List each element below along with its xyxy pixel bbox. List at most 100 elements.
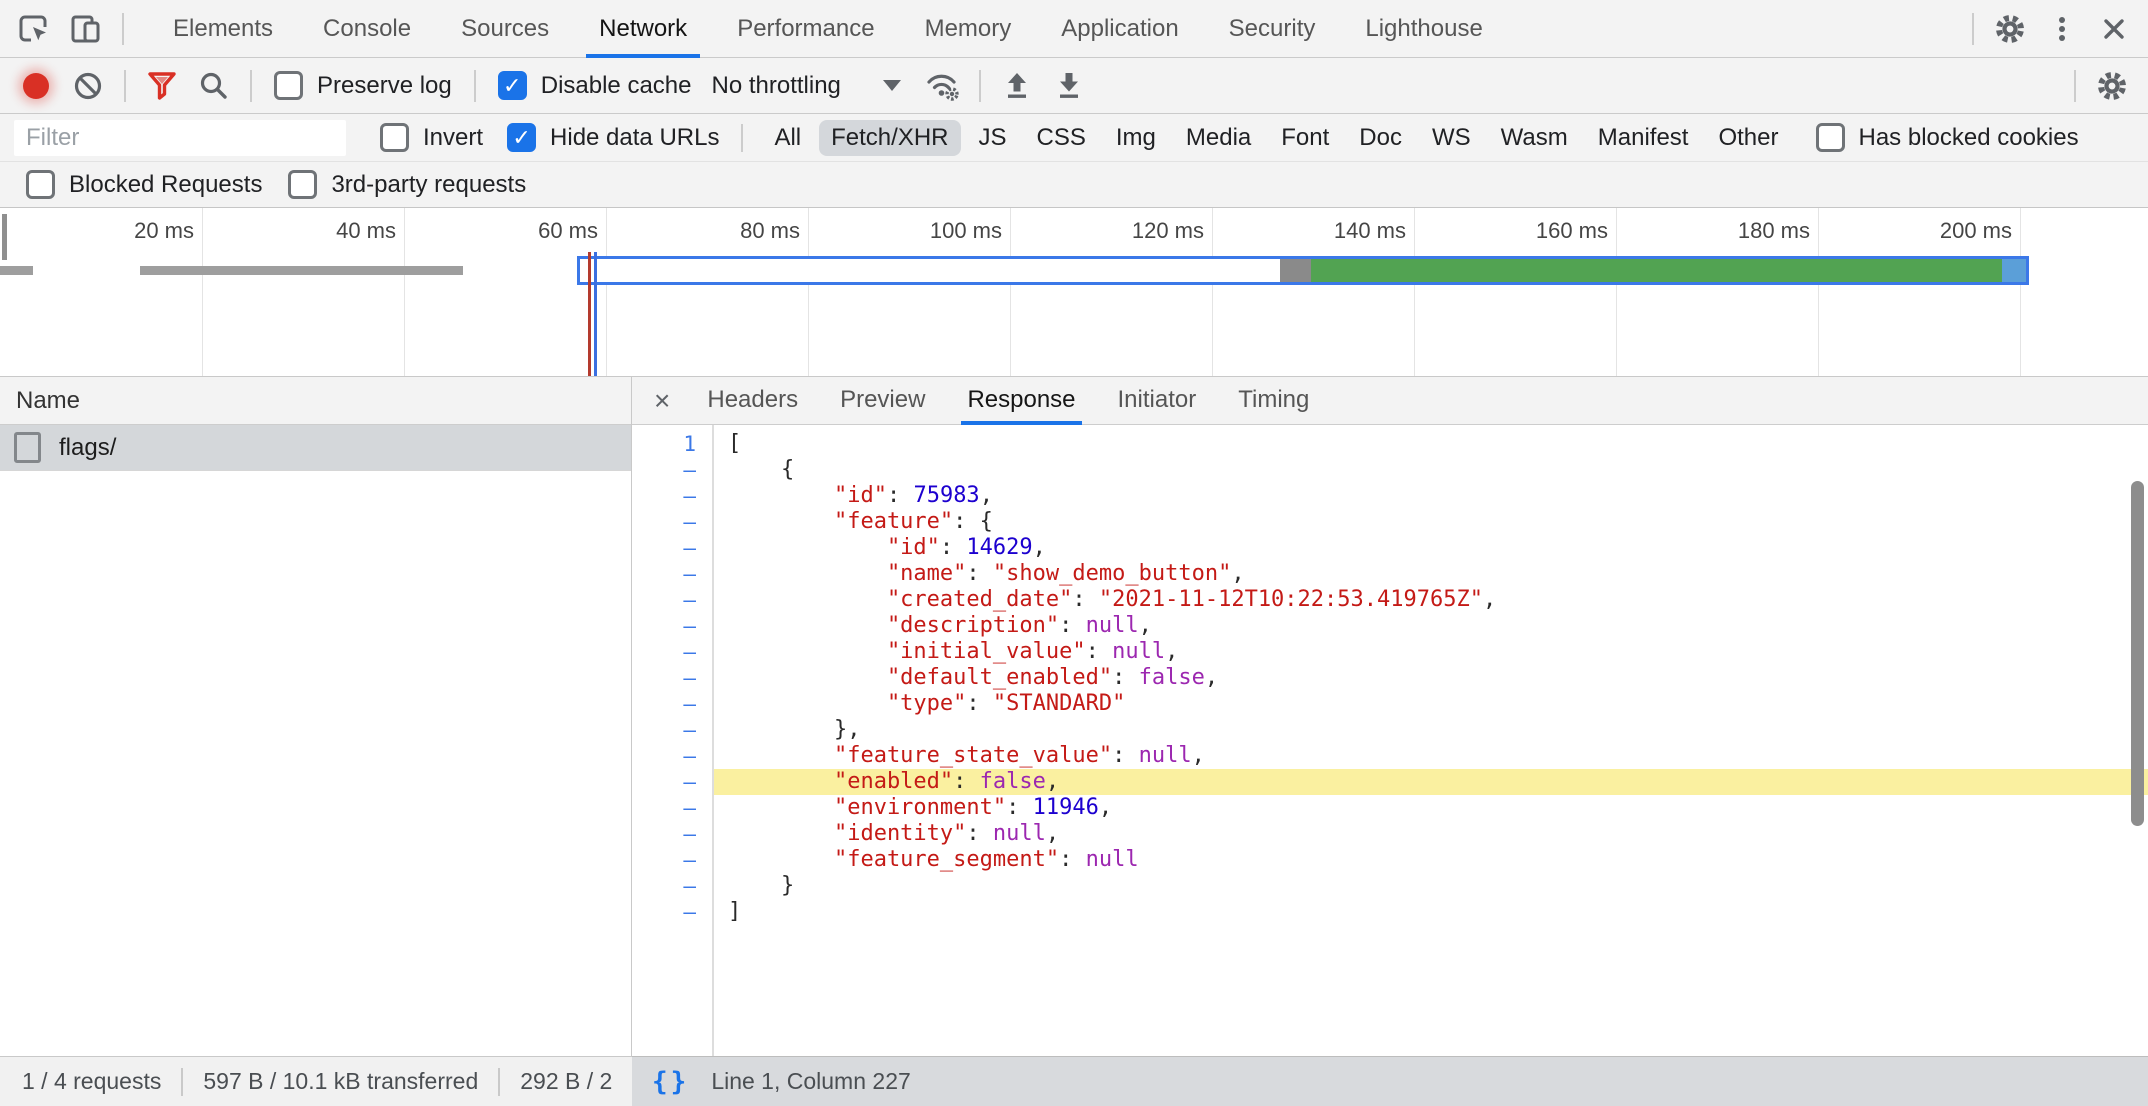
request-filters-row: Blocked Requests 3rd-party requests — [0, 162, 2148, 208]
tab-sources[interactable]: Sources — [436, 0, 574, 58]
type-filter-js[interactable]: JS — [967, 120, 1019, 156]
filter-input[interactable] — [14, 120, 346, 156]
token: "show_demo_button" — [993, 561, 1231, 586]
line-number: – — [632, 873, 714, 899]
status-bar: 1 / 4 requests597 B / 10.1 kB transferre… — [0, 1056, 2148, 1106]
export-har-button[interactable] — [1043, 63, 1095, 109]
pretty-print-braces-icon[interactable]: {} — [652, 1067, 689, 1097]
status-item: 292 B / 2 — [520, 1068, 612, 1095]
code-line: – "environment": 11946, — [632, 795, 2148, 821]
record-network-log-button[interactable] — [10, 63, 62, 109]
type-filter-font[interactable]: Font — [1269, 120, 1341, 156]
tab-application[interactable]: Application — [1036, 0, 1203, 58]
token: false — [1139, 665, 1205, 690]
blocked-requests-checkbox[interactable] — [26, 170, 55, 199]
token: "enabled" — [728, 769, 953, 794]
token: "default_enabled" — [728, 665, 1112, 690]
detail-tab-initiator[interactable]: Initiator — [1097, 377, 1218, 425]
type-filter-media[interactable]: Media — [1174, 120, 1263, 156]
close-devtools-button[interactable] — [2088, 6, 2140, 52]
tab-performance[interactable]: Performance — [712, 0, 899, 58]
vertical-scrollbar-thumb[interactable] — [2131, 481, 2144, 826]
type-filter-ws[interactable]: WS — [1420, 120, 1483, 156]
detail-tab-headers[interactable]: Headers — [686, 377, 819, 425]
inspect-element-button[interactable] — [8, 6, 60, 52]
line-number: – — [632, 717, 714, 743]
timeline-gridline — [1212, 208, 1213, 376]
code-line: – "identity": null, — [632, 821, 2148, 847]
record-icon — [23, 73, 49, 99]
invert-checkbox[interactable] — [380, 123, 409, 152]
three-dot-menu-icon — [2045, 12, 2079, 46]
timeline-left-notch — [2, 214, 7, 260]
throttling-dropdown[interactable]: No throttling — [711, 72, 900, 100]
preserve-log-checkbox[interactable] — [274, 71, 303, 100]
toolbar-separator — [2074, 70, 2076, 102]
type-filter-other[interactable]: Other — [1706, 120, 1790, 156]
type-filter-css[interactable]: CSS — [1025, 120, 1098, 156]
timeline-tick-label: 140 ms — [1246, 218, 1406, 244]
settings-button[interactable] — [1984, 6, 2036, 52]
third-party-requests-checkbox[interactable] — [288, 170, 317, 199]
name-column-header[interactable]: Name — [0, 377, 631, 425]
hide-data-urls-checkbox[interactable] — [507, 123, 536, 152]
timeline-tick-label: 60 ms — [438, 218, 598, 244]
detail-tab-timing[interactable]: Timing — [1217, 377, 1330, 425]
clear-network-log-button[interactable] — [62, 63, 114, 109]
status-item: 597 B / 10.1 kB transferred — [203, 1068, 478, 1095]
timeline-gridline — [808, 208, 809, 376]
detail-tab-response[interactable]: Response — [946, 377, 1096, 425]
token: , — [1231, 561, 1244, 586]
filter-toggle-button[interactable] — [136, 63, 188, 109]
detail-tab-preview[interactable]: Preview — [819, 377, 946, 425]
network-overview-timeline[interactable]: 20 ms40 ms60 ms80 ms100 ms120 ms140 ms16… — [0, 208, 2148, 377]
tab-elements[interactable]: Elements — [148, 0, 298, 58]
disable-cache-checkbox[interactable] — [498, 71, 527, 100]
token: , — [1099, 795, 1112, 820]
network-conditions-button[interactable] — [917, 63, 969, 109]
line-number: – — [632, 821, 714, 847]
type-filter-fetch-xhr[interactable]: Fetch/XHR — [819, 120, 960, 156]
code-line: – "type": "STANDARD" — [632, 691, 2148, 717]
close-detail-button[interactable]: × — [632, 377, 686, 425]
code-content: "default_enabled": false, — [714, 665, 2148, 691]
tab-network[interactable]: Network — [574, 0, 712, 58]
code-content: "initial_value": null, — [714, 639, 2148, 665]
type-filter-manifest[interactable]: Manifest — [1586, 120, 1701, 156]
selected-request-bar[interactable] — [577, 256, 2029, 285]
tab-security[interactable]: Security — [1204, 0, 1341, 58]
tab-console[interactable]: Console — [298, 0, 436, 58]
tab-memory[interactable]: Memory — [900, 0, 1037, 58]
line-number: – — [632, 795, 714, 821]
network-summary-bar: 1 / 4 requests597 B / 10.1 kB transferre… — [0, 1056, 632, 1106]
detail-tabs-bar: × HeadersPreviewResponseInitiatorTiming — [632, 377, 2148, 425]
request-row-flags[interactable]: flags/ — [0, 425, 631, 471]
code-content: "environment": 11946, — [714, 795, 2148, 821]
token: : — [966, 821, 993, 846]
device-toolbar-button[interactable] — [60, 6, 112, 52]
request-list: flags/ — [0, 425, 631, 471]
code-content: "id": 14629, — [714, 535, 2148, 561]
line-number: – — [632, 457, 714, 483]
timeline-gridline — [1818, 208, 1819, 376]
status-separator — [498, 1068, 500, 1096]
code-content: { — [714, 457, 2148, 483]
token: , — [1046, 821, 1059, 846]
response-viewer[interactable]: 1[– {– "id": 75983,– "feature": {– "id":… — [632, 425, 2148, 1056]
type-filter-img[interactable]: Img — [1104, 120, 1168, 156]
search-network-button[interactable] — [188, 63, 240, 109]
type-filter-all[interactable]: All — [762, 120, 813, 156]
token: , — [1046, 769, 1059, 794]
more-options-button[interactable] — [2036, 6, 2088, 52]
has-blocked-cookies-label: Has blocked cookies — [1859, 124, 2079, 152]
type-filter-wasm[interactable]: Wasm — [1489, 120, 1580, 156]
code-content: "feature_state_value": null, — [714, 743, 2148, 769]
network-settings-button[interactable] — [2086, 63, 2138, 109]
token: , — [1165, 639, 1178, 664]
type-filter-doc[interactable]: Doc — [1347, 120, 1414, 156]
import-har-button[interactable] — [991, 63, 1043, 109]
token: ] — [728, 899, 741, 924]
tab-lighthouse[interactable]: Lighthouse — [1340, 0, 1507, 58]
has-blocked-cookies-checkbox[interactable] — [1816, 123, 1845, 152]
token: , — [1139, 613, 1152, 638]
